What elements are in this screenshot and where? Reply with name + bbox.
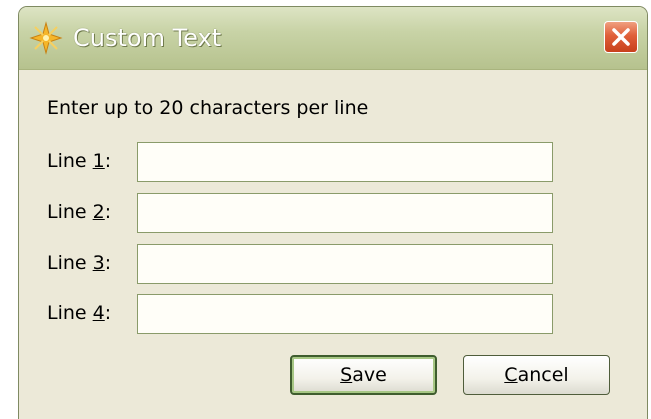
- close-x-icon: [611, 27, 631, 47]
- line-3-label: Line 3:: [47, 252, 112, 274]
- line-4-label: Line 4:: [47, 302, 112, 324]
- line-3-input[interactable]: [137, 244, 553, 284]
- sparkle-star-icon: [29, 21, 63, 55]
- close-button[interactable]: [604, 21, 638, 53]
- custom-text-dialog: Custom Text Enter up to 20 characters pe…: [18, 6, 648, 419]
- instruction-text: Enter up to 20 characters per line: [47, 97, 369, 119]
- line-1-label: Line 1:: [47, 150, 112, 172]
- title-bar[interactable]: Custom Text: [19, 7, 647, 70]
- dialog-body: Enter up to 20 characters per line Line …: [19, 70, 647, 419]
- line-4-input[interactable]: [137, 294, 553, 334]
- save-button[interactable]: Save: [290, 355, 437, 395]
- cancel-button[interactable]: Cancel: [463, 355, 610, 395]
- line-2-input[interactable]: [137, 193, 553, 233]
- line-1-input[interactable]: [137, 142, 553, 182]
- line-2-label: Line 2:: [47, 201, 112, 223]
- window-title: Custom Text: [73, 24, 222, 52]
